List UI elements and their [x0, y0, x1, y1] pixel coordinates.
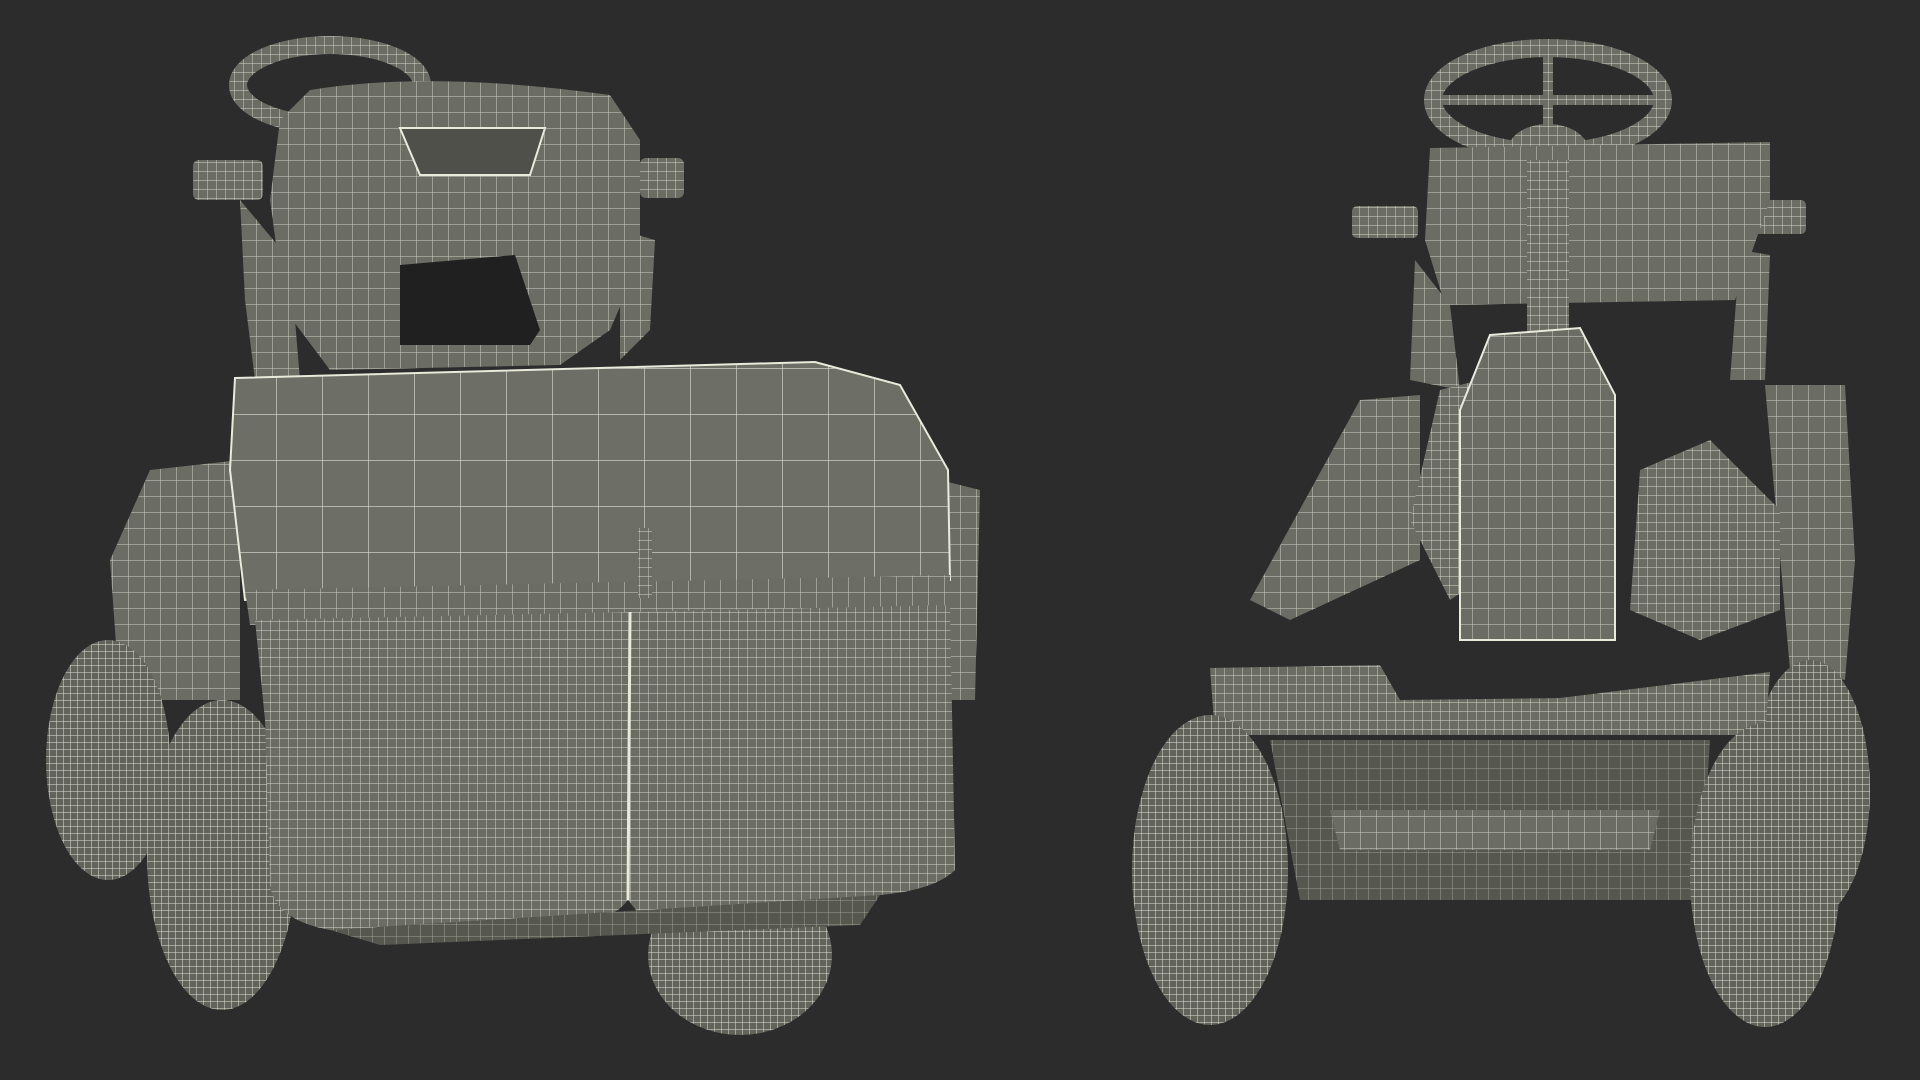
front-hood	[1459, 326, 1616, 641]
seat-opening	[400, 255, 540, 345]
seat-handle	[398, 127, 547, 176]
front-bumper	[1210, 665, 1770, 735]
front-right-tire	[1690, 723, 1840, 1027]
grass-bag-right	[628, 605, 955, 915]
catcher-latch	[638, 528, 652, 598]
render-viewport	[0, 0, 1920, 1080]
front-view-mower	[1132, 39, 1870, 1027]
left-lever	[193, 160, 263, 200]
catcher-lid	[228, 360, 952, 602]
front-left-lever	[1352, 206, 1418, 238]
rear-view-mower	[46, 36, 980, 1035]
front-seat	[1425, 142, 1770, 305]
grass-bag-left	[255, 612, 630, 930]
front-left-tire	[1132, 715, 1288, 1025]
right-lever	[640, 158, 684, 198]
wireframe-render	[46, 36, 1870, 1035]
front-body-left	[1250, 395, 1420, 620]
